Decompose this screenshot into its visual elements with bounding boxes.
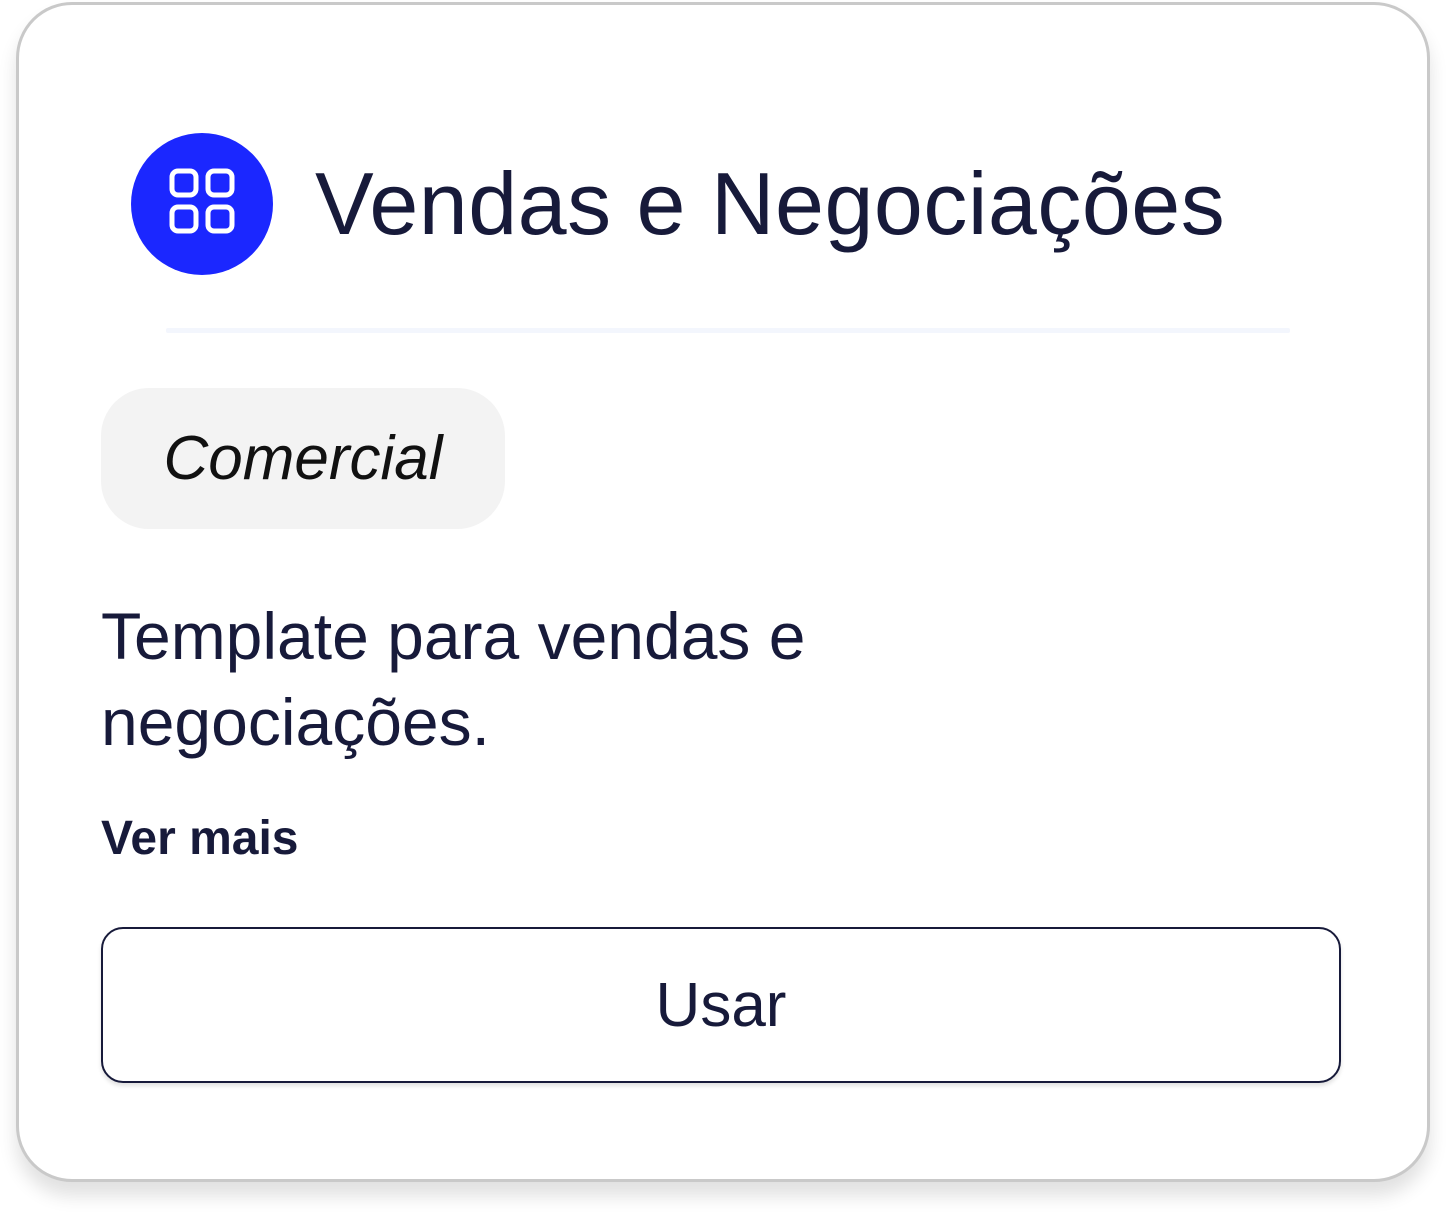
card-title: Vendas e Negociações <box>315 153 1226 253</box>
see-more-link[interactable]: Ver mais <box>101 811 298 866</box>
category-tag-label: Comercial <box>163 424 443 493</box>
template-icon-badge <box>131 132 273 275</box>
use-template-button[interactable]: Usar <box>101 927 1341 1083</box>
card-description: Template para vendas e negociações. <box>101 599 806 759</box>
category-tag: Comercial <box>101 388 505 529</box>
use-button-label: Usar <box>655 970 787 1040</box>
grid-icon <box>167 166 237 241</box>
divider <box>166 328 1290 333</box>
card-header: Vendas e Negociações <box>131 132 1225 275</box>
template-card: Vendas e Negociações Comercial Template … <box>16 2 1430 1182</box>
